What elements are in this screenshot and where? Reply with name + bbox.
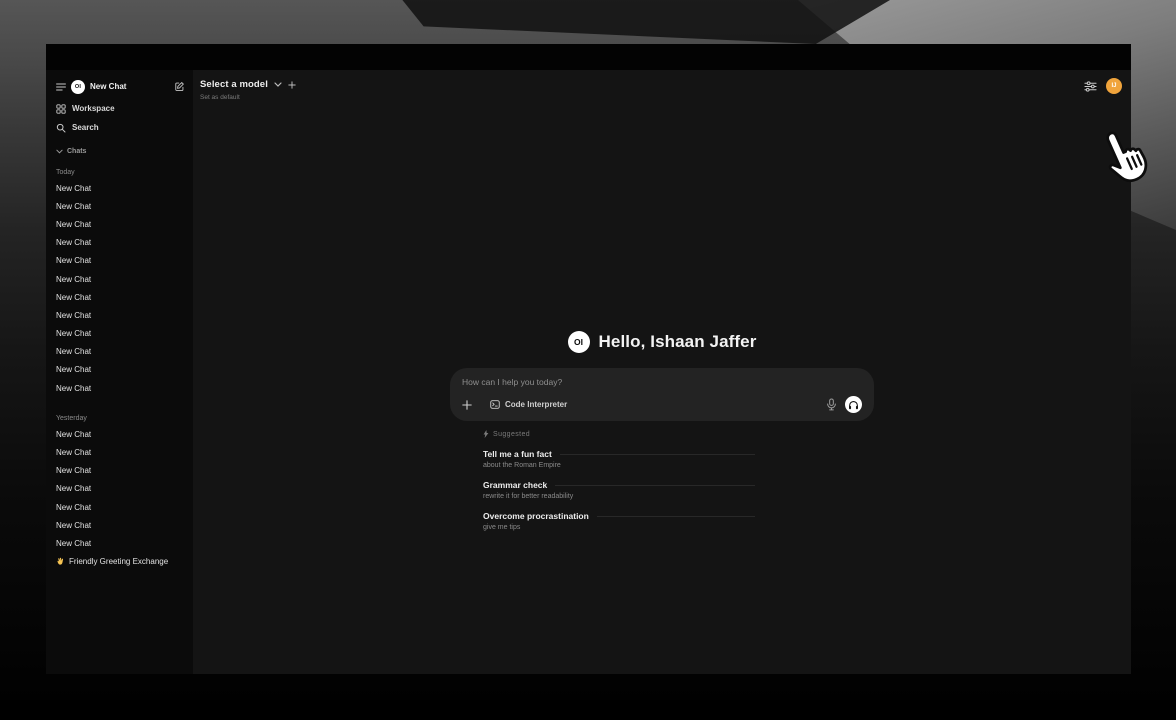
special-chat-label: Friendly Greeting Exchange [69,557,168,566]
divider [597,516,755,517]
chat-list-item[interactable]: New Chat [56,270,185,288]
chat-list-item[interactable]: New Chat [56,516,185,534]
sidebar-item-workspace[interactable]: Workspace [56,99,185,118]
chevron-down-icon [56,149,63,154]
wallpaper-wedge [360,0,890,44]
chat-list-item[interactable]: New Chat [56,480,185,498]
divider [560,454,755,455]
model-selector-label[interactable]: Select a model [200,79,268,90]
chevron-down-icon[interactable] [274,82,282,87]
suggestion-subtitle: about the Roman Empire [483,462,755,469]
chat-list-item[interactable]: New Chat [56,252,185,270]
chat-list-item[interactable]: New Chat [56,197,185,215]
sidebar: OI New Chat Workspace Search [46,70,193,674]
suggestion-subtitle: rewrite it for better readability [483,493,755,500]
suggested-label: Suggested [493,431,530,438]
chat-list-item[interactable]: New Chat [56,498,185,516]
chat-list-item[interactable]: New Chat [56,462,185,480]
code-interpreter-icon [490,400,500,409]
chat-input[interactable] [462,377,862,387]
chats-section-toggle[interactable]: Chats [56,144,185,159]
chat-list-item[interactable]: New Chat [56,534,185,552]
suggestion-title: Overcome procrastination [483,511,589,521]
bolt-icon [483,430,489,438]
workspace-grid-icon [56,104,66,114]
hero-section: OI Hello, Ishaan Jaffer Code Inter [450,330,874,531]
chat-input-box[interactable]: Code Interpreter [450,368,874,421]
chat-group-label: Today [56,159,185,179]
window-title-strip [46,44,1131,70]
chat-list-item[interactable]: New Chat [56,215,185,233]
wave-emoji-icon [56,557,65,566]
mic-icon[interactable] [826,398,837,411]
chat-list-item[interactable]: New Chat [56,288,185,306]
suggested-section: Suggested Tell me a fun fact about the R… [483,430,755,531]
chat-list-item[interactable]: New Chat [56,425,185,443]
suggestion-item[interactable]: Tell me a fun fact about the Roman Empir… [483,449,755,469]
chat-group-label: Yesterday [56,405,185,425]
headphones-icon [848,400,859,410]
workspace-label: Workspace [72,104,115,113]
app-logo: OI [568,331,590,353]
app-logo: OI [71,80,85,94]
wallpaper-bottom-bar [0,700,1176,720]
suggestion-item[interactable]: Grammar check rewrite it for better read… [483,480,755,500]
code-interpreter-toggle[interactable]: Code Interpreter [484,397,573,412]
suggestion-title: Grammar check [483,480,547,490]
app-window: OI New Chat Workspace Search [46,44,1131,674]
attach-plus-icon[interactable] [462,400,472,410]
search-label: Search [72,123,99,132]
suggestion-title: Tell me a fun fact [483,449,552,459]
add-model-plus-icon[interactable] [288,81,296,89]
divider [555,485,755,486]
chat-list-item[interactable]: New Chat [56,361,185,379]
new-chat-pencil-icon[interactable] [174,81,185,92]
chat-list-item[interactable]: New Chat [56,325,185,343]
suggestion-item[interactable]: Overcome procrastination give me tips [483,511,755,531]
chat-list-item[interactable]: New Chat [56,179,185,197]
code-interpreter-label: Code Interpreter [505,400,567,409]
chat-list-item-special[interactable]: Friendly Greeting Exchange [56,553,185,571]
voice-call-button[interactable] [845,396,862,413]
main-pane: Select a model Set as default IJ [193,70,1131,674]
chat-list-item[interactable]: New Chat [56,379,185,397]
sidebar-item-search[interactable]: Search [56,118,185,137]
search-icon [56,123,66,133]
chat-list-item[interactable]: New Chat [56,443,185,461]
chat-groups: TodayNew ChatNew ChatNew ChatNew ChatNew… [56,159,185,553]
suggestion-subtitle: give me tips [483,524,755,531]
sidebar-toggle-icon[interactable] [56,83,66,91]
sliders-icon[interactable] [1084,80,1097,93]
user-avatar[interactable]: IJ [1106,78,1122,94]
chat-list-item[interactable]: New Chat [56,306,185,324]
set-default-link[interactable]: Set as default [200,94,296,101]
chat-list-item[interactable]: New Chat [56,343,185,361]
chat-list-item[interactable]: New Chat [56,234,185,252]
sidebar-title[interactable]: New Chat [90,82,169,91]
greeting-text: Hello, Ishaan Jaffer [599,332,757,352]
model-selector: Select a model Set as default [200,79,296,101]
chats-section-label: Chats [67,148,86,155]
